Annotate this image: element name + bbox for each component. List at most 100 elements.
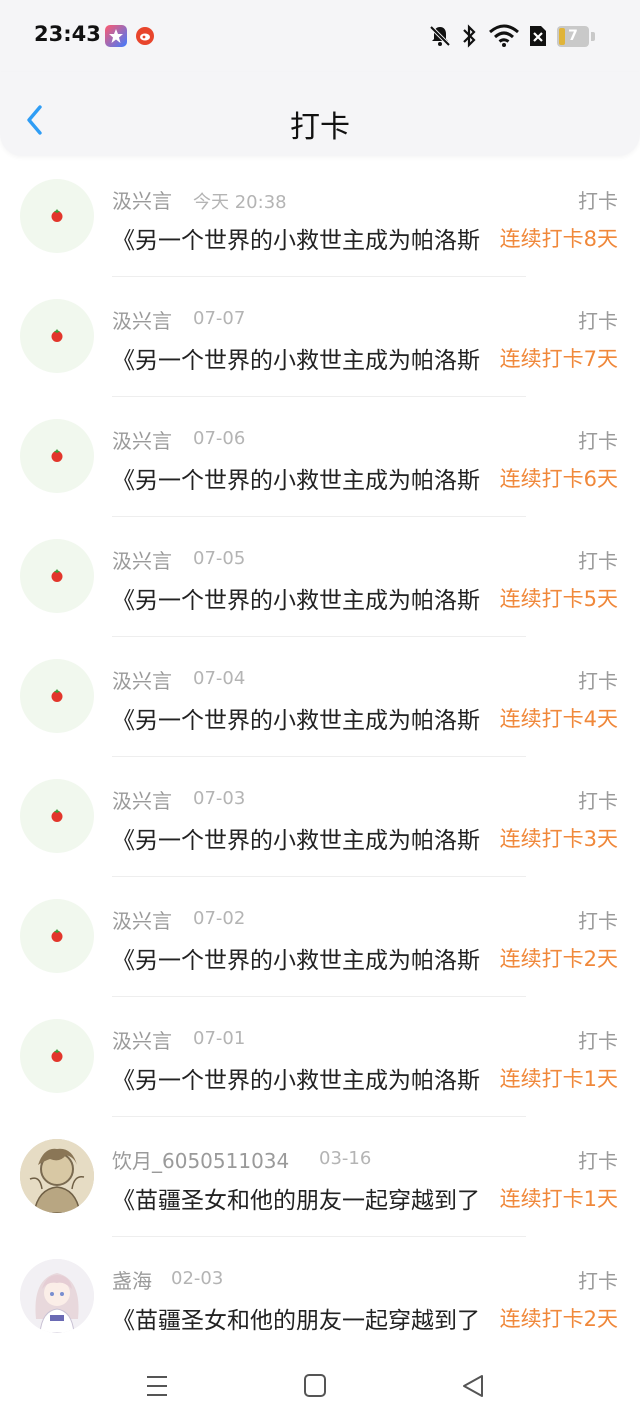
avatar[interactable] (20, 659, 94, 733)
timestamp: 02-03 (171, 1268, 224, 1289)
checkin-type: 打卡 (578, 1269, 618, 1293)
streak-label: 连续打卡6天 (499, 467, 618, 491)
tomato-icon (51, 569, 63, 582)
user-name[interactable]: 汲兴言 (112, 425, 172, 454)
book-title[interactable]: 《另一个世界的小救世主成为帕洛斯 (112, 341, 492, 375)
checkin-type: 打卡 (578, 1149, 618, 1173)
list-item[interactable]: 饮月_6050511034 03-16 打卡 《苗疆圣女和他的朋友一起穿越到了 … (0, 1117, 640, 1237)
checkin-type: 打卡 (578, 669, 618, 693)
checkin-type: 打卡 (578, 549, 618, 573)
tomato-icon (51, 689, 63, 702)
battery-icon: 7 (557, 26, 589, 47)
back-triangle-icon (463, 1375, 483, 1397)
book-title[interactable]: 《另一个世界的小救世主成为帕洛斯 (112, 701, 492, 735)
streak-label: 连续打卡4天 (499, 707, 618, 731)
home-square-icon (304, 1374, 326, 1397)
list-item[interactable]: 汲兴言 07-01 打卡 《另一个世界的小救世主成为帕洛斯 连续打卡1天 (0, 997, 640, 1117)
user-name[interactable]: 汲兴言 (112, 1025, 172, 1054)
avatar[interactable] (20, 899, 94, 973)
page-title: 打卡 (290, 110, 350, 145)
list-item[interactable]: 汲兴言 07-07 打卡 《另一个世界的小救世主成为帕洛斯 连续打卡7天 (0, 277, 640, 397)
avatar[interactable] (20, 1259, 94, 1333)
book-title[interactable]: 《另一个世界的小救世主成为帕洛斯 (112, 821, 492, 855)
user-name[interactable]: 汲兴言 (112, 665, 172, 694)
timestamp: 07-01 (193, 1028, 246, 1049)
back-nav-button[interactable] (457, 1372, 489, 1400)
book-title[interactable]: 《另一个世界的小救世主成为帕洛斯 (112, 1061, 492, 1095)
avatar[interactable] (20, 1139, 94, 1213)
user-name[interactable]: 汲兴言 (112, 185, 172, 214)
app-store-icon (105, 25, 127, 47)
tomato-icon (51, 209, 63, 222)
book-title[interactable]: 《另一个世界的小救世主成为帕洛斯 (112, 461, 492, 495)
user-name[interactable]: 汲兴言 (112, 785, 172, 814)
book-title[interactable]: 《另一个世界的小救世主成为帕洛斯 (112, 941, 492, 975)
avatar[interactable] (20, 299, 94, 373)
book-title[interactable]: 《苗疆圣女和他的朋友一起穿越到了 (112, 1181, 492, 1215)
streak-label: 连续打卡7天 (499, 347, 618, 371)
timestamp: 07-07 (193, 308, 246, 329)
status-bar: 23:43 7 (0, 0, 640, 72)
tomato-icon (51, 929, 63, 942)
avatar[interactable] (20, 1019, 94, 1093)
avatar[interactable] (20, 539, 94, 613)
checkin-type: 打卡 (578, 909, 618, 933)
streak-label: 连续打卡1天 (499, 1187, 618, 1211)
book-title[interactable]: 《苗疆圣女和他的朋友一起穿越到了 (112, 1301, 492, 1335)
user-name[interactable]: 饮月_6050511034 (112, 1145, 289, 1174)
menu-button[interactable] (141, 1372, 173, 1400)
list-item[interactable]: 汲兴言 07-03 打卡 《另一个世界的小救世主成为帕洛斯 连续打卡3天 (0, 757, 640, 877)
list-item[interactable]: 汲兴言 今天 20:38 打卡 《另一个世界的小救世主成为帕洛斯 连续打卡8天 (0, 157, 640, 277)
user-name[interactable]: 盏海 (112, 1265, 152, 1294)
home-button[interactable] (299, 1372, 331, 1400)
book-title[interactable]: 《另一个世界的小救世主成为帕洛斯 (112, 221, 492, 255)
user-name[interactable]: 汲兴言 (112, 905, 172, 934)
streak-label: 连续打卡3天 (499, 827, 618, 851)
list-item[interactable]: 汲兴言 07-06 打卡 《另一个世界的小救世主成为帕洛斯 连续打卡6天 (0, 397, 640, 517)
timestamp: 07-03 (193, 788, 246, 809)
streak-label: 连续打卡2天 (499, 947, 618, 971)
anime-avatar (20, 1259, 94, 1333)
mute-bell-icon (429, 25, 451, 47)
wifi-icon (489, 24, 519, 47)
streak-label: 连续打卡1天 (499, 1067, 618, 1091)
timestamp: 今天 20:38 (193, 192, 287, 213)
list-item[interactable]: 汲兴言 07-02 打卡 《另一个世界的小救世主成为帕洛斯 连续打卡2天 (0, 877, 640, 997)
streak-label: 连续打卡2天 (499, 1307, 618, 1331)
avatar[interactable] (20, 419, 94, 493)
checkin-type: 打卡 (578, 789, 618, 813)
avatar[interactable] (20, 779, 94, 853)
header: 打卡 (0, 72, 640, 156)
checkin-type: 打卡 (578, 189, 618, 213)
timestamp: 07-05 (193, 548, 246, 569)
tomato-icon (51, 809, 63, 822)
checkin-list: 汲兴言 今天 20:38 打卡 《另一个世界的小救世主成为帕洛斯 连续打卡8天 … (0, 157, 640, 1357)
checkin-type: 打卡 (578, 429, 618, 453)
bluetooth-icon (463, 24, 476, 48)
avatar[interactable] (20, 179, 94, 253)
system-nav-bar (0, 1346, 640, 1426)
menu-icon (147, 1376, 167, 1396)
checkin-type: 打卡 (578, 309, 618, 333)
streak-label: 连续打卡8天 (499, 227, 618, 251)
list-item[interactable]: 盏海 02-03 打卡 《苗疆圣女和他的朋友一起穿越到了 连续打卡2天 (0, 1237, 640, 1357)
battery-level: 7 (568, 28, 578, 44)
list-item[interactable]: 汲兴言 07-05 打卡 《另一个世界的小救世主成为帕洛斯 连续打卡5天 (0, 517, 640, 637)
streak-label: 连续打卡5天 (499, 587, 618, 611)
checkin-type: 打卡 (578, 1029, 618, 1053)
status-time: 23:43 (34, 22, 101, 46)
timestamp: 07-06 (193, 428, 246, 449)
timestamp: 03-16 (319, 1148, 372, 1169)
list-item[interactable]: 汲兴言 07-04 打卡 《另一个世界的小救世主成为帕洛斯 连续打卡4天 (0, 637, 640, 757)
user-name[interactable]: 汲兴言 (112, 305, 172, 334)
sketch-avatar (20, 1139, 94, 1213)
sim-off-icon (530, 26, 546, 46)
book-title[interactable]: 《另一个世界的小救世主成为帕洛斯 (112, 581, 492, 615)
tomato-icon (51, 1049, 63, 1062)
timestamp: 07-04 (193, 668, 246, 689)
user-name[interactable]: 汲兴言 (112, 545, 172, 574)
weibo-icon (136, 27, 154, 45)
tomato-icon (51, 329, 63, 342)
tomato-icon (51, 449, 63, 462)
timestamp: 07-02 (193, 908, 246, 929)
